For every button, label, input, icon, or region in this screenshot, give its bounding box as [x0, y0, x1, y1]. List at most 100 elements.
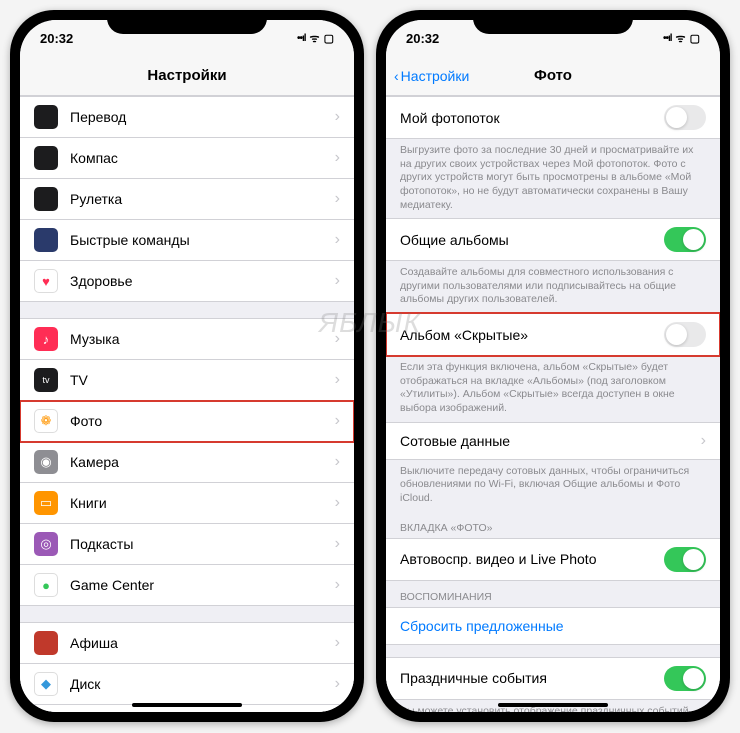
row-label: TV [70, 372, 335, 388]
settings-row[interactable]: ▭ Книги› [20, 483, 354, 524]
phone-right: 20:32 ••ıl ᯤ ▢ ‹ Настройки Фото Мой фото… [376, 10, 730, 722]
nav-bar: ‹ Настройки Фото [386, 56, 720, 96]
app-icon: ● [34, 573, 58, 597]
row-label: Сбросить предложенные [400, 618, 706, 634]
row-my-photostream[interactable]: Мой фотопоток [386, 96, 720, 139]
row-label: Здоровье [70, 273, 335, 289]
settings-row[interactable]: Афиша› [20, 622, 354, 664]
row-shared-albums[interactable]: Общие альбомы [386, 218, 720, 261]
row-hidden-album[interactable]: Альбом «Скрытые» [386, 313, 720, 356]
row-label: Компас [70, 150, 335, 166]
chevron-right-icon: › [335, 535, 340, 553]
section-header: ВОСПОМИНАНИЯ [386, 581, 720, 607]
footer-text: Создавайте альбомы для совместного испол… [386, 261, 720, 313]
signal-icon: ••ıl [297, 33, 306, 44]
toggle-hidden-album[interactable] [664, 322, 706, 347]
settings-row[interactable]: Перевод› [20, 96, 354, 138]
app-icon: ◆ [34, 672, 58, 696]
wifi-icon: ᯤ [310, 31, 320, 46]
back-button[interactable]: ‹ Настройки [394, 68, 469, 84]
battery-icon: ▢ [324, 32, 334, 45]
app-icon [34, 146, 58, 170]
settings-row[interactable]: ❁ Фото› [20, 401, 354, 442]
section-header: ВКЛАДКА «ФОТО» [386, 512, 720, 538]
chevron-right-icon: › [335, 190, 340, 208]
row-label: Диск [70, 676, 335, 692]
settings-row[interactable]: Рулетка› [20, 179, 354, 220]
footer-text: Выключите передачу сотовых данных, чтобы… [386, 460, 720, 512]
settings-row[interactable]: ● Game Center› [20, 565, 354, 606]
footer-text: Выгрузите фото за последние 30 дней и пр… [386, 139, 720, 218]
row-label: Подкасты [70, 536, 335, 552]
chevron-right-icon: › [335, 108, 340, 126]
chevron-right-icon: › [335, 272, 340, 290]
chevron-right-icon: › [335, 231, 340, 249]
signal-icon: ••ıl [663, 33, 672, 44]
nav-bar: Настройки [20, 56, 354, 96]
settings-row[interactable]: tvTV› [20, 360, 354, 401]
toggle-photostream[interactable] [664, 105, 706, 130]
row-label: Автовоспр. видео и Live Photo [400, 551, 664, 567]
app-icon: ▭ [34, 491, 58, 515]
toggle-shared-albums[interactable] [664, 227, 706, 252]
app-icon [34, 631, 58, 655]
settings-row[interactable]: Быстрые команды› [20, 220, 354, 261]
row-label: Книги [70, 495, 335, 511]
settings-row[interactable]: ♥Здоровье› [20, 261, 354, 302]
toggle-autoplay[interactable] [664, 547, 706, 572]
back-label: Настройки [401, 68, 470, 84]
app-icon [34, 105, 58, 129]
status-time: 20:32 [40, 31, 73, 46]
row-cellular-data[interactable]: Сотовые данные › [386, 422, 720, 460]
chevron-right-icon: › [335, 330, 340, 348]
row-label: Праздничные события [400, 670, 664, 686]
row-label: Быстрые команды [70, 232, 335, 248]
notch [473, 10, 633, 34]
status-time: 20:32 [406, 31, 439, 46]
app-icon: ♪ [34, 327, 58, 351]
row-label: Фото [70, 413, 335, 429]
row-label: Общие альбомы [400, 232, 664, 248]
chevron-right-icon: › [335, 634, 340, 652]
chevron-right-icon: › [335, 149, 340, 167]
row-label: Музыка [70, 331, 335, 347]
row-label: Альбом «Скрытые» [400, 327, 664, 343]
app-icon [34, 187, 58, 211]
chevron-right-icon: › [335, 453, 340, 471]
chevron-right-icon: › [335, 675, 340, 693]
row-label: Сотовые данные [400, 433, 701, 449]
row-label: Афиша [70, 635, 335, 651]
chevron-left-icon: ‹ [394, 68, 399, 84]
photos-settings[interactable]: Мой фотопоток Выгрузите фото за последни… [386, 96, 720, 712]
row-autoplay[interactable]: Автовоспр. видео и Live Photo [386, 538, 720, 581]
chevron-right-icon: › [335, 494, 340, 512]
battery-icon: ▢ [690, 32, 700, 45]
page-title: Фото [534, 67, 572, 84]
home-indicator[interactable] [132, 703, 242, 707]
row-label: Камера [70, 454, 335, 470]
settings-row[interactable]: ◉ Камера› [20, 442, 354, 483]
settings-row[interactable]: ♪ Музыка› [20, 318, 354, 360]
row-holiday-events[interactable]: Праздничные события [386, 657, 720, 700]
row-label: Game Center [70, 577, 335, 593]
chevron-right-icon: › [335, 576, 340, 594]
notch [107, 10, 267, 34]
app-icon [34, 228, 58, 252]
settings-list[interactable]: Перевод›Компас›Рулетка›Быстрые команды›♥… [20, 96, 354, 712]
app-icon: ◉ [34, 450, 58, 474]
app-icon: ❁ [34, 409, 58, 433]
footer-text: Если эта функция включена, альбом «Скрыт… [386, 356, 720, 422]
phone-left: 20:32 ••ıl ᯤ ▢ Настройки Перевод›Компас›… [10, 10, 364, 722]
row-label: Мой фотопоток [400, 110, 664, 126]
page-title: Настройки [147, 67, 226, 84]
row-reset-suggested[interactable]: Сбросить предложенные [386, 607, 720, 645]
chevron-right-icon: › [335, 412, 340, 430]
settings-row[interactable]: ◆ Диск› [20, 664, 354, 705]
row-label: Перевод [70, 109, 335, 125]
chevron-right-icon: › [335, 371, 340, 389]
home-indicator[interactable] [498, 703, 608, 707]
chevron-right-icon: › [701, 432, 706, 450]
toggle-holiday[interactable] [664, 666, 706, 691]
settings-row[interactable]: ◎Подкасты› [20, 524, 354, 565]
settings-row[interactable]: Компас› [20, 138, 354, 179]
